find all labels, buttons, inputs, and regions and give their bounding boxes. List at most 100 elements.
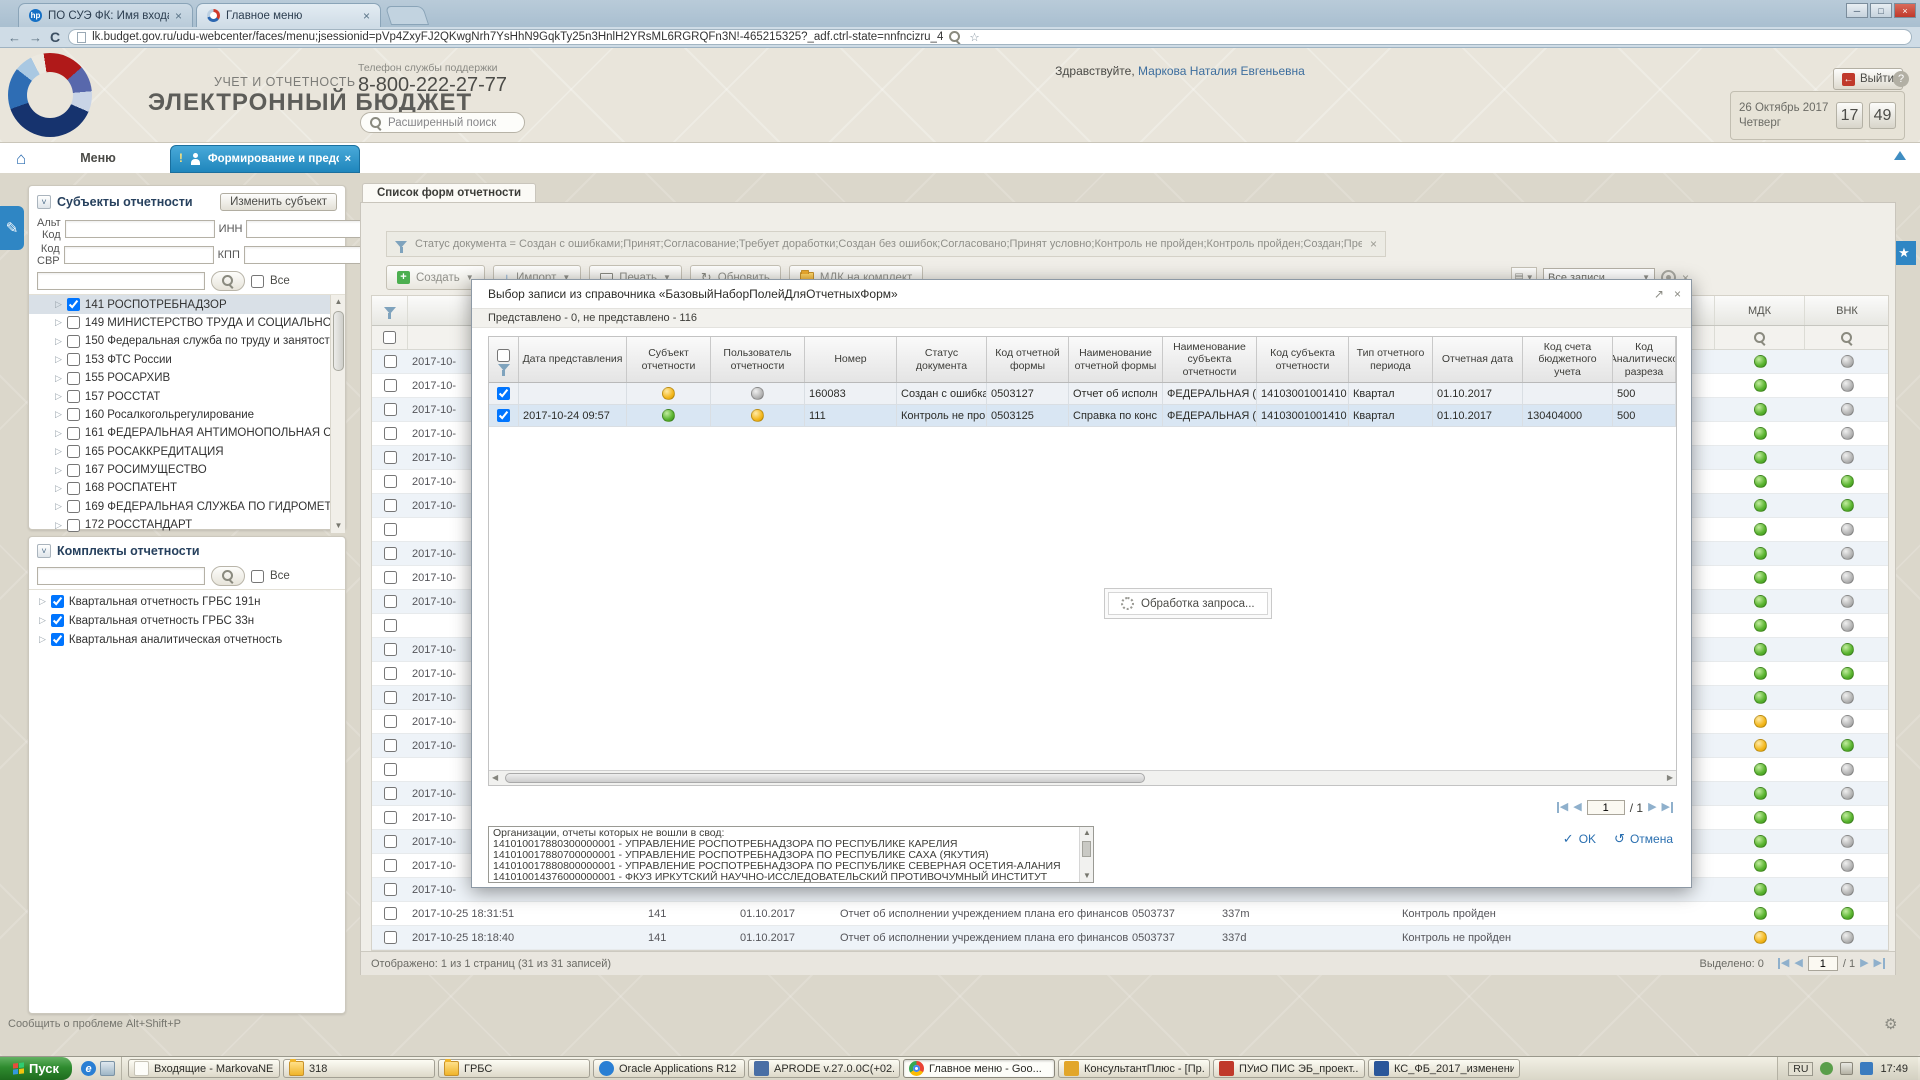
help-icon[interactable]: ?	[1893, 71, 1909, 87]
set-item-checkbox[interactable]	[51, 633, 64, 646]
row-checkbox[interactable]	[384, 715, 397, 728]
scroll-up-icon[interactable]	[1894, 151, 1906, 160]
header-cell-mdk[interactable]: МДК	[1715, 296, 1805, 325]
expand-icon[interactable]: ▷	[55, 428, 62, 439]
dialog-header-cell[interactable]: Субъект отчетности	[627, 337, 711, 382]
page-number-input[interactable]	[1808, 956, 1838, 971]
edit-pencil-icon[interactable]: ✎	[0, 206, 24, 250]
url-field[interactable]: lk.budget.gov.ru/udu-webcenter/faces/men…	[68, 29, 1912, 45]
tab-close-icon[interactable]	[363, 9, 370, 23]
language-indicator[interactable]: RU	[1788, 1062, 1813, 1076]
show-desktop-icon[interactable]	[100, 1061, 115, 1076]
start-button[interactable]: Пуск	[0, 1057, 72, 1080]
alt-code-input[interactable]	[65, 220, 215, 238]
task-button[interactable]: Главное меню - Goo...	[903, 1059, 1055, 1078]
dialog-header-cell[interactable]: Код счета бюджетного учета	[1523, 337, 1613, 382]
subjects-tree-item[interactable]: ▷ 141 РОСПОТРЕБНАДЗОР	[29, 295, 345, 313]
subjects-search-button[interactable]	[211, 271, 245, 291]
expand-icon[interactable]: ▷	[39, 615, 46, 626]
row-checkbox[interactable]	[384, 355, 397, 368]
bookmark-star-icon[interactable]: ☆	[969, 30, 979, 44]
row-checkbox[interactable]	[384, 691, 397, 704]
tree-item-checkbox[interactable]	[67, 372, 80, 385]
expand-icon[interactable]: ▷	[55, 354, 62, 365]
dialog-header-cell[interactable]: Код Аналитическо разреза	[1613, 337, 1676, 382]
row-checkbox[interactable]	[384, 643, 397, 656]
svr-input[interactable]	[64, 246, 214, 264]
dialog-header-cell[interactable]: Код отчетной формы	[987, 337, 1069, 382]
tree-item-checkbox[interactable]	[67, 519, 80, 532]
expand-icon[interactable]: ▷	[55, 299, 62, 310]
tree-scrollbar[interactable]: ▲ ▼	[330, 295, 345, 533]
expand-icon[interactable]: ▷	[55, 501, 62, 512]
dialog-table-row[interactable]: 2017-10-24 09:57 111 Контроль не прой 05…	[489, 405, 1676, 427]
home-icon[interactable]: ⌂	[16, 149, 26, 169]
filter-funnel-icon[interactable]	[498, 364, 510, 371]
subjects-tree-item[interactable]: ▷ 169 ФЕДЕРАЛЬНАЯ СЛУЖБА ПО ГИДРОМЕТ	[29, 498, 345, 516]
dialog-hscrollbar[interactable]: ◀ ▶	[489, 770, 1676, 785]
row-checkbox[interactable]	[384, 667, 397, 680]
dialog-table-row[interactable]: 160083 Создан с ошибка 0503127 Отчет об …	[489, 383, 1676, 405]
maximize-icon[interactable]: □	[1870, 3, 1892, 18]
browser-tab-1[interactable]: hp ПО СУЭ ФК: Имя входа	[18, 3, 193, 27]
tree-item-checkbox[interactable]	[67, 316, 80, 329]
scroll-left-icon[interactable]: ◀	[492, 773, 498, 782]
row-checkbox[interactable]	[384, 403, 397, 416]
scroll-up-icon[interactable]: ▲	[331, 295, 345, 309]
user-name-link[interactable]: Маркова Наталия Евгеньевна	[1138, 64, 1305, 78]
subjects-tree-item[interactable]: ▷ 149 МИНИСТЕРСТВО ТРУДА И СОЦИАЛЬНО	[29, 314, 345, 332]
row-checkbox[interactable]	[384, 595, 397, 608]
column-search-icon[interactable]	[1754, 332, 1766, 344]
set-item[interactable]: ▷ Квартальная аналитическая отчетность	[29, 630, 345, 649]
table-row[interactable]: 2017-10-25 18:31:51 141 01.10.2017 Отчет…	[372, 902, 1888, 926]
report-problem-link[interactable]: Сообщить о проблеме Alt+Shift+P	[8, 1018, 181, 1030]
sets-search-input[interactable]	[37, 567, 205, 585]
subjects-tree-item[interactable]: ▷ 165 РОСАККРЕДИТАЦИЯ	[29, 443, 345, 461]
cancel-button[interactable]: ↺ Отмена	[1614, 831, 1673, 847]
dialog-header-cell[interactable]: Номер	[805, 337, 897, 382]
collapse-icon[interactable]: ˅	[37, 544, 51, 558]
tab-close-icon[interactable]	[175, 9, 182, 23]
row-checkbox[interactable]	[384, 475, 397, 488]
browser-quicklaunch-icon[interactable]: e	[81, 1061, 96, 1076]
dialog-header-cell[interactable]: Код субъекта отчетности	[1257, 337, 1349, 382]
filter-clear-icon[interactable]: ×	[1370, 237, 1377, 251]
expand-icon[interactable]: ▷	[55, 317, 62, 328]
expand-icon[interactable]: ▷	[55, 465, 62, 476]
expand-icon[interactable]: ▷	[55, 483, 62, 494]
subjects-tree-item[interactable]: ▷ 157 РОССТАТ	[29, 387, 345, 405]
back-icon[interactable]: ←	[8, 31, 21, 44]
tree-item-checkbox[interactable]	[67, 390, 80, 403]
minimize-icon[interactable]: ─	[1846, 3, 1868, 18]
task-button[interactable]: Oracle Applications R12 -...	[593, 1059, 745, 1078]
subjects-all-checkbox[interactable]	[251, 275, 264, 288]
tab-close-icon[interactable]: ×	[345, 153, 351, 165]
header-cell-vnk[interactable]: ВНК	[1805, 296, 1889, 325]
new-tab-button[interactable]	[385, 6, 429, 25]
task-button[interactable]: ПУиО ПИС ЭБ_проект...	[1213, 1059, 1365, 1078]
tray-network-icon[interactable]	[1860, 1062, 1873, 1075]
expand-icon[interactable]: ▷	[55, 391, 62, 402]
tree-item-checkbox[interactable]	[67, 482, 80, 495]
expand-icon[interactable]: ▷	[55, 373, 62, 384]
expand-icon[interactable]: ↗	[1654, 287, 1664, 301]
subjects-tree-item[interactable]: ▷ 161 ФЕДЕРАЛЬНАЯ АНТИМОНОПОЛЬНАЯ С	[29, 424, 345, 442]
page-number-input[interactable]	[1587, 800, 1625, 815]
row-checkbox[interactable]	[384, 571, 397, 584]
reload-icon[interactable]: C	[50, 30, 60, 44]
tree-item-checkbox[interactable]	[67, 445, 80, 458]
subjects-search-input[interactable]	[37, 272, 205, 290]
filter-funnel-icon[interactable]	[384, 307, 396, 314]
subjects-tree-item[interactable]: ▷ 167 РОСИМУЩЕСТВО	[29, 461, 345, 479]
dialog-header-cell[interactable]: Дата представления	[519, 337, 627, 382]
select-all-checkbox[interactable]	[383, 331, 396, 344]
org-scrollbar[interactable]: ▲ ▼	[1079, 827, 1093, 882]
row-checkbox[interactable]	[384, 859, 397, 872]
subjects-tree-item[interactable]: ▷ 155 РОСАРХИВ	[29, 369, 345, 387]
next-page-icon[interactable]: ▶	[1648, 802, 1656, 813]
first-page-icon[interactable]: ◀	[1778, 958, 1789, 969]
set-item-checkbox[interactable]	[51, 614, 64, 627]
scroll-right-icon[interactable]: ▶	[1667, 773, 1673, 782]
row-checkbox[interactable]	[384, 811, 397, 824]
expand-icon[interactable]: ▷	[39, 634, 46, 645]
